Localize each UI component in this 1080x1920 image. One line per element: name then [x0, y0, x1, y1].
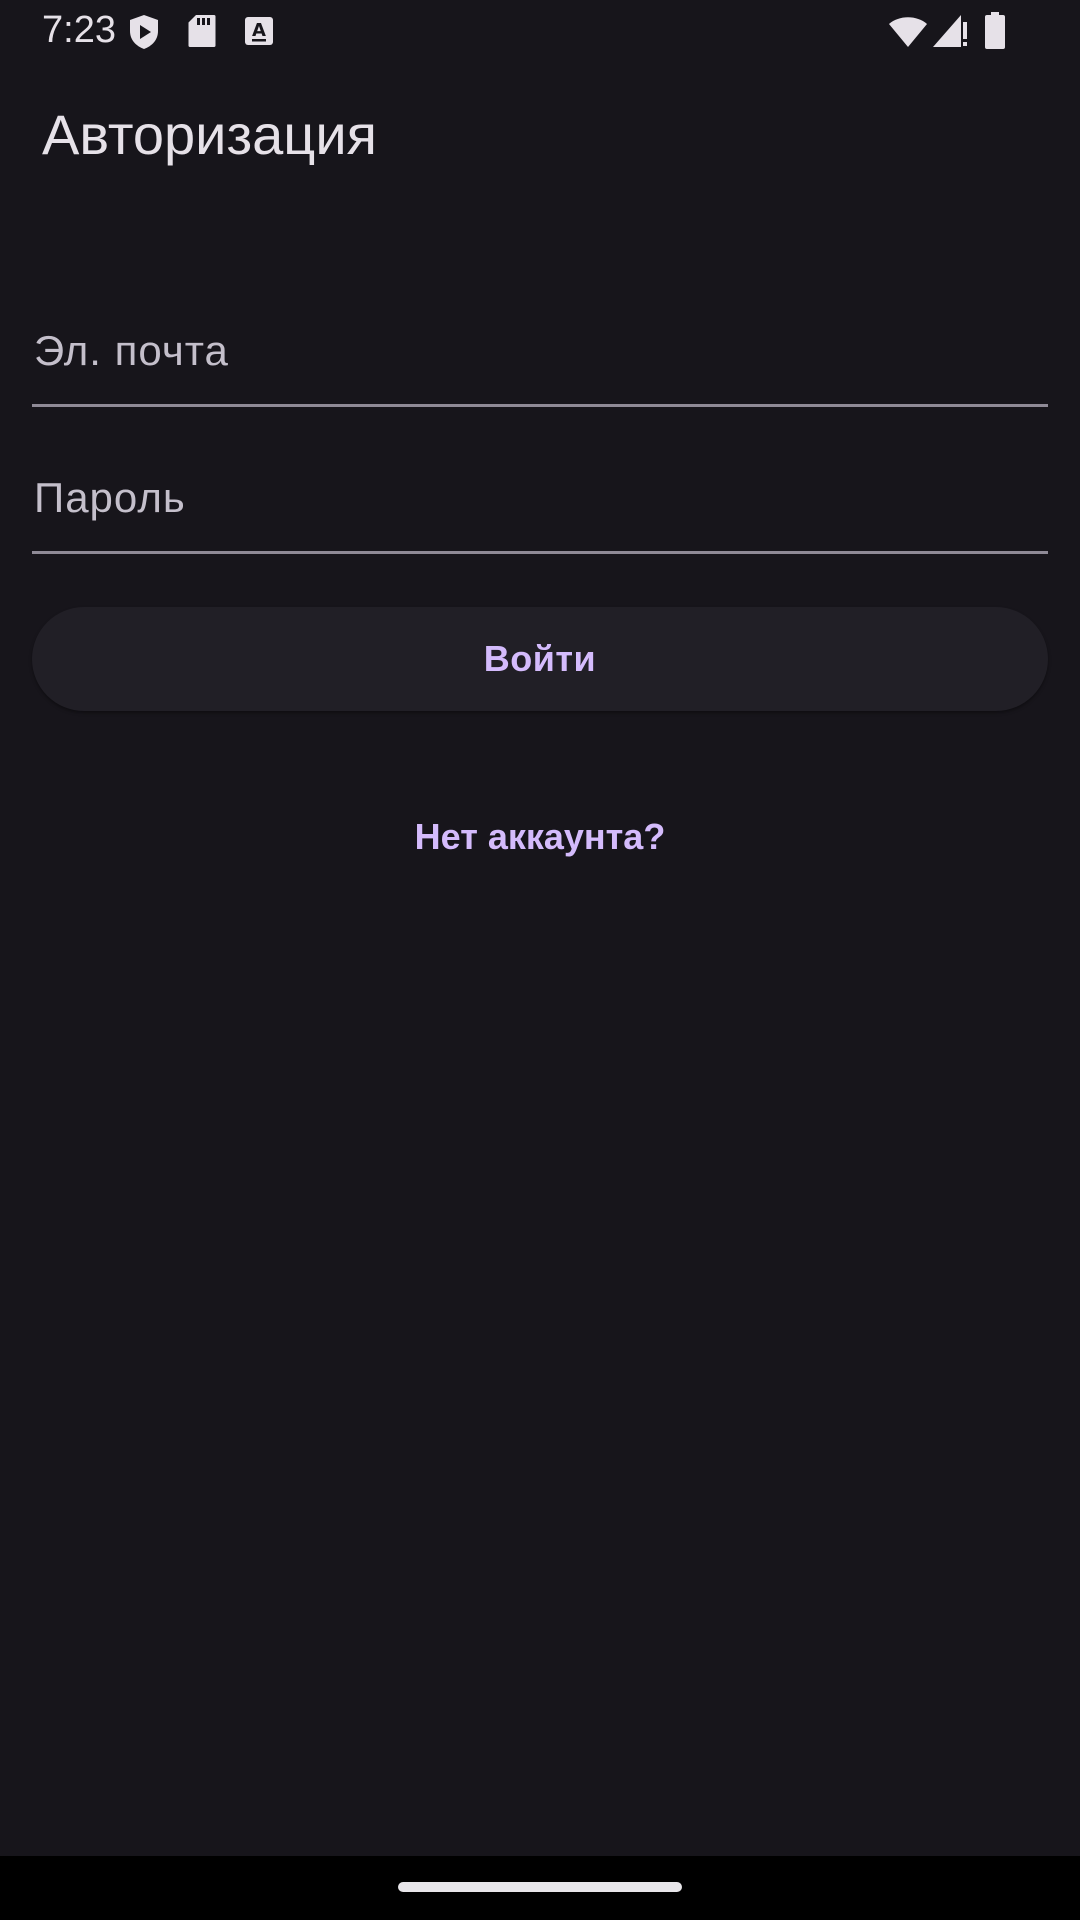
autofill-a-icon: A — [244, 16, 274, 51]
page-title: Авторизация — [42, 103, 377, 166]
play-protect-icon — [128, 14, 160, 55]
status-time: 7:23 — [42, 9, 116, 51]
navigation-bar — [0, 1856, 1080, 1920]
wifi-icon — [888, 16, 928, 53]
login-screen: 7:23 A Авторизация Эл. почта Войти Нет а… — [0, 0, 1080, 1920]
register-link[interactable]: Нет аккаунта? — [0, 812, 1080, 862]
email-field[interactable] — [32, 297, 1052, 407]
svg-text:A: A — [252, 20, 266, 41]
sd-card-icon — [188, 14, 216, 53]
email-input[interactable] — [32, 297, 1052, 404]
login-button[interactable]: Войти — [32, 607, 1048, 711]
battery-icon — [984, 12, 1006, 55]
cell-signal-icon — [932, 14, 968, 53]
home-gesture-handle[interactable] — [398, 1882, 682, 1892]
password-input[interactable] — [32, 444, 1052, 551]
password-field[interactable] — [32, 444, 1052, 554]
status-bar: 7:23 A — [0, 0, 1080, 62]
